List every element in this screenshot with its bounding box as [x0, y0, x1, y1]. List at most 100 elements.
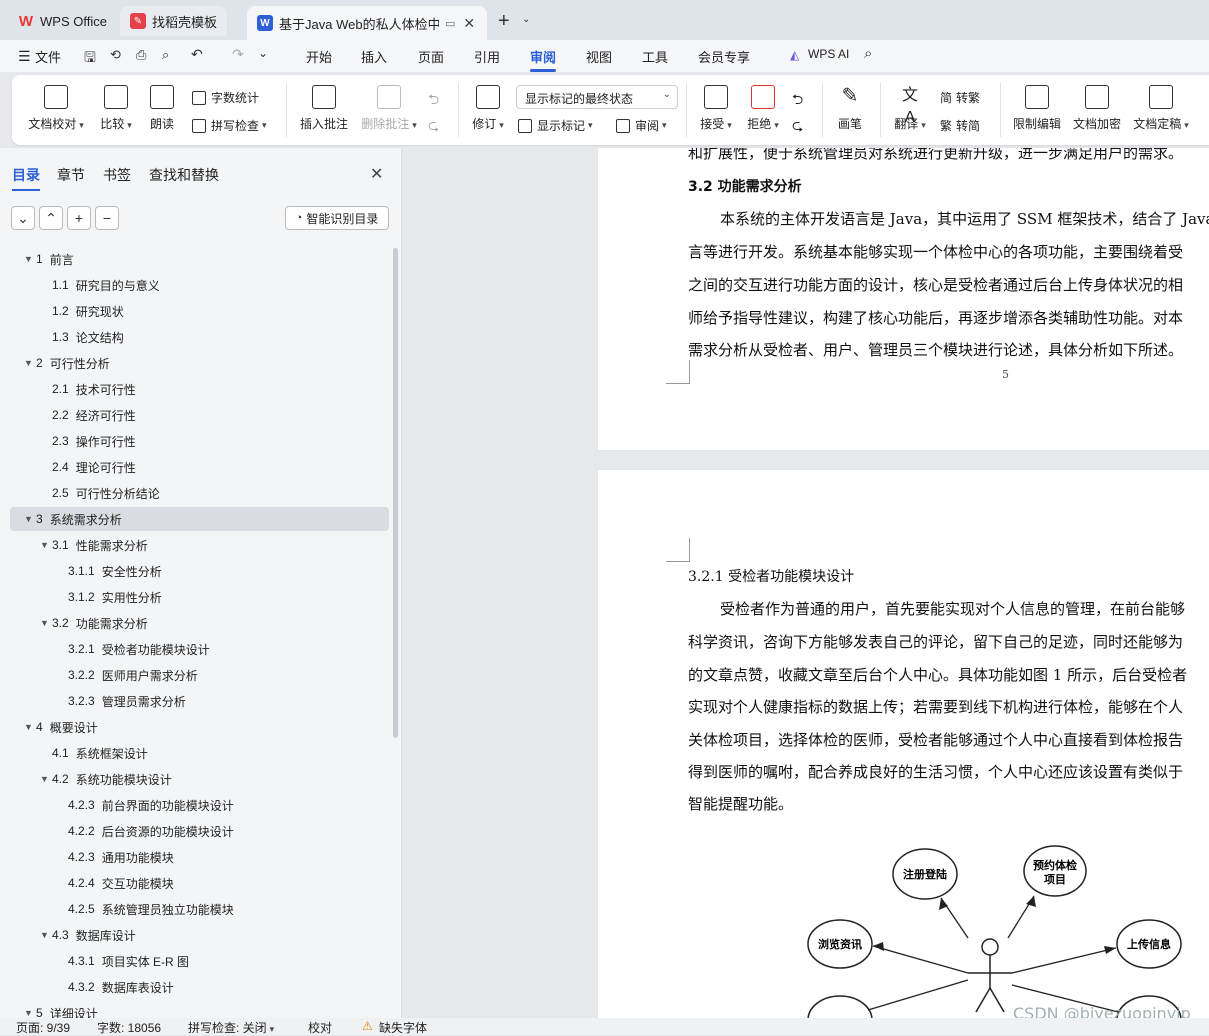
next-change-icon[interactable]: ⮎ [792, 115, 803, 139]
show-markup-button[interactable]: 显示标记 ▾ [518, 117, 593, 134]
toc-item[interactable]: ▼ 4.2 系统功能模块设计 [10, 767, 389, 791]
tab-find-replace[interactable]: 查找和替换 [149, 165, 219, 185]
toc-item[interactable]: 4.2.3 前台界面的功能模块设计 [10, 793, 389, 817]
menu-reference[interactable]: 引用 [474, 47, 500, 66]
toc-item[interactable]: 3.1.1 安全性分析 [10, 559, 389, 583]
toc-item[interactable]: 2.2 经济可行性 [10, 403, 389, 427]
menu-page[interactable]: 页面 [418, 47, 444, 66]
scrollbar[interactable] [393, 248, 398, 738]
menu-tools[interactable]: 工具 [642, 47, 668, 66]
to-simplified-button[interactable]: 繁 转简 [940, 117, 980, 134]
track-changes-button[interactable]: 修订 ▾ [468, 85, 508, 132]
toc-item[interactable]: ▼ 2 可行性分析 [10, 351, 389, 375]
close-icon[interactable]: ✕ [370, 164, 383, 184]
finalize-button[interactable]: 文档定稿 ▾ [1132, 85, 1190, 132]
tab-bookmarks[interactable]: 书签 [103, 165, 131, 185]
expand-triangle-icon[interactable]: ▼ [24, 514, 36, 524]
toc-item[interactable]: 4.2.3 通用功能模块 [10, 845, 389, 869]
wps-ai-menu[interactable]: WPS AI [808, 47, 849, 61]
menu-review[interactable]: 审阅 [530, 47, 557, 72]
toc-item[interactable]: 2.5 可行性分析结论 [10, 481, 389, 505]
remove-heading-button[interactable]: − [95, 206, 119, 230]
compare-button[interactable]: 比较 ▾ [96, 85, 136, 132]
read-aloud-button[interactable]: 朗读 [147, 85, 177, 132]
chevron-down-icon[interactable]: ⌄ [522, 14, 530, 25]
proofread-button[interactable]: 校对 [308, 1019, 332, 1036]
missing-font-button[interactable]: 缺失字体 [379, 1019, 427, 1036]
toc-item[interactable]: ▼ 4 概要设计 [10, 715, 389, 739]
add-heading-button[interactable]: + [67, 206, 91, 230]
toc-item[interactable]: ▼ 3.2 功能需求分析 [10, 611, 389, 635]
restrict-edit-button[interactable]: 限制编辑 [1012, 85, 1062, 132]
smart-toc-button[interactable]: ◔ 智能识别目录 [285, 206, 389, 230]
expand-triangle-icon[interactable]: ▼ [24, 1008, 36, 1018]
expand-triangle-icon[interactable]: ▼ [24, 254, 36, 264]
toc-item[interactable]: 3.2.1 受检者功能模块设计 [10, 637, 389, 661]
undo-icon[interactable]: ↶ [191, 46, 203, 63]
to-traditional-button[interactable]: 简 转繁 [940, 89, 980, 106]
menu-insert[interactable]: 插入 [361, 47, 387, 66]
insert-comment-button[interactable]: 插入批注 [298, 85, 350, 132]
new-tab-icon[interactable]: + [498, 10, 510, 33]
print-icon[interactable]: ⎙ [136, 47, 146, 63]
toc-item[interactable]: 1.3 论文结构 [10, 325, 389, 349]
toc-item[interactable]: ▼ 4.3 数据库设计 [10, 923, 389, 947]
hamburger-icon[interactable]: ☰ [18, 48, 31, 65]
toc-item[interactable]: ▼ 3 系统需求分析 [10, 507, 389, 531]
next-comment-icon[interactable]: ⮎ [428, 115, 439, 139]
tab-sections[interactable]: 章节 [57, 165, 85, 185]
encrypt-button[interactable]: 文档加密 [1072, 85, 1122, 132]
toc-item[interactable]: 2.3 操作可行性 [10, 429, 389, 453]
toc-item[interactable]: 2.1 技术可行性 [10, 377, 389, 401]
toc-item[interactable]: ▼ 3.1 性能需求分析 [10, 533, 389, 557]
toc-item[interactable]: 4.2.2 后台资源的功能模块设计 [10, 819, 389, 843]
tab-document[interactable]: W 基于Java Web的私人体检中心 ▭ ✕ [247, 6, 487, 40]
file-menu[interactable]: 文件 [35, 47, 61, 66]
reject-button[interactable]: 拒绝 ▾ [743, 85, 783, 132]
expand-triangle-icon[interactable]: ▼ [40, 540, 52, 550]
toc-item[interactable]: 3.1.2 实用性分析 [10, 585, 389, 609]
expand-triangle-icon[interactable]: ▼ [40, 930, 52, 940]
toc-item[interactable]: 4.3.2 数据库表设计 [10, 975, 389, 999]
spell-check-button[interactable]: 拼写检查 ▾ [192, 117, 267, 134]
prev-comment-icon[interactable]: ⮌ [428, 89, 439, 113]
toc-item[interactable]: 4.2.5 系统管理员独立功能模块 [10, 897, 389, 921]
save-icon[interactable]: 🖫 [84, 47, 96, 71]
toc-item[interactable]: 3.2.2 医师用户需求分析 [10, 663, 389, 687]
search-icon[interactable]: ⌕ [864, 45, 872, 62]
toc-item[interactable]: 4.2.4 交互功能模块 [10, 871, 389, 895]
review-pane-button[interactable]: 审阅 ▾ [616, 117, 667, 134]
preview-icon[interactable]: ⌕ [162, 47, 169, 63]
toc-item[interactable]: 2.4 理论可行性 [10, 455, 389, 479]
toc-item[interactable]: 4.1 系统框架设计 [10, 741, 389, 765]
share-icon[interactable]: ⟲ [110, 47, 121, 63]
spell-check-status[interactable]: 拼写检查: 关闭 ▾ [188, 1019, 274, 1036]
expand-triangle-icon[interactable]: ▼ [40, 774, 52, 784]
menu-view[interactable]: 视图 [586, 47, 612, 66]
expand-triangle-icon[interactable]: ▼ [24, 358, 36, 368]
collapse-all-button[interactable]: ⌃ [39, 206, 63, 230]
expand-triangle-icon[interactable]: ▼ [40, 618, 52, 628]
toc-item[interactable]: 1.1 研究目的与意义 [10, 273, 389, 297]
close-icon[interactable]: ✕ [463, 15, 475, 32]
page-indicator[interactable]: 页面: 9/39 [16, 1019, 70, 1036]
pen-button[interactable]: ✎ 画笔 [834, 85, 866, 132]
redo-icon[interactable]: ↷ [232, 46, 244, 63]
toc-item[interactable]: ▼ 1 前言 [10, 247, 389, 271]
accept-button[interactable]: 接受 ▾ [696, 85, 736, 132]
tab-toc[interactable]: 目录 [12, 165, 40, 191]
expand-triangle-icon[interactable]: ▼ [24, 722, 36, 732]
prev-change-icon[interactable]: ⮌ [792, 89, 803, 113]
word-count-button[interactable]: 字数统计 [192, 89, 259, 106]
doc-check-button[interactable]: 文档校对 ▾ [28, 85, 84, 132]
word-count[interactable]: 字数: 18056 [97, 1019, 161, 1036]
menu-start[interactable]: 开始 [306, 47, 332, 66]
toc-item[interactable]: 4.3.1 项目实体 E-R 图 [10, 949, 389, 973]
tab-wps-office[interactable]: W WPS Office [8, 6, 117, 36]
delete-comment-button[interactable]: 删除批注 ▾ [358, 85, 420, 132]
expand-all-button[interactable]: ⌄ [11, 206, 35, 230]
toc-item[interactable]: 1.2 研究现状 [10, 299, 389, 323]
menu-member[interactable]: 会员专享 [698, 47, 750, 66]
toc-item[interactable]: 3.2.3 管理员需求分析 [10, 689, 389, 713]
tab-template[interactable]: ✎ 找稻壳模板 [120, 6, 228, 36]
